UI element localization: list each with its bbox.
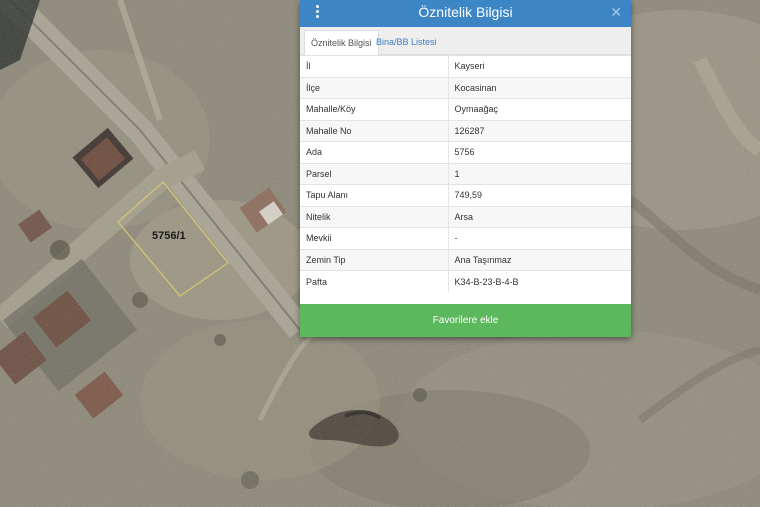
panel-header: Öznitelik Bilgisi ✕: [300, 0, 631, 27]
attribute-key: Mevkii: [300, 227, 449, 249]
attribute-key: Zemin Tip: [300, 248, 449, 271]
table-row: İl Kayseri: [300, 55, 631, 77]
attribute-table: İl Kayseri İlçe Kocasinan Mahalle/Köy Oymaa…: [300, 55, 631, 292]
attribute-value: 1: [448, 162, 631, 185]
parcel-label: 5756/1: [152, 230, 186, 242]
attribute-value: 749,59: [448, 184, 631, 206]
attribute-value: Oymaağaç: [448, 98, 631, 120]
attribute-panel: Öznitelik Bilgisi ✕ Öznitelik Bilgisi Bi…: [300, 0, 631, 337]
add-favorite-button[interactable]: Favorilere ekle: [300, 304, 631, 337]
vertical-dots-icon[interactable]: [312, 4, 322, 20]
attribute-key: Mahalle/Köy: [300, 98, 449, 120]
table-row: Mevkii -: [300, 227, 631, 249]
tab-oznitelik-bilgisi[interactable]: Öznitelik Bilgisi: [304, 30, 379, 55]
attribute-value: Kayseri: [448, 55, 631, 77]
table-row: Parsel 1: [300, 162, 631, 185]
attribute-value: 5756: [448, 141, 631, 163]
table-row: İlçe Kocasinan: [300, 76, 631, 99]
tab-bina-bb-listesi[interactable]: Bina/BB Listesi: [370, 30, 443, 55]
attribute-value: Kocasinan: [448, 76, 631, 99]
attribute-value: -: [448, 227, 631, 249]
table-row: Ada 5756: [300, 141, 631, 163]
attribute-key: İlçe: [300, 76, 449, 99]
attribute-key: Parsel: [300, 162, 449, 185]
attribute-key: İl: [300, 55, 449, 77]
table-row: Tapu Alanı 749,59: [300, 184, 631, 206]
panel-title: Öznitelik Bilgisi: [418, 4, 513, 20]
table-row: Pafta K34-B-23-B-4-B: [300, 270, 631, 292]
attribute-key: Nitelik: [300, 205, 449, 228]
attribute-key: Mahalle No: [300, 119, 449, 142]
attribute-value: 126287: [448, 119, 631, 142]
attribute-value: Arsa: [448, 205, 631, 228]
attribute-key: Pafta: [300, 270, 449, 292]
table-row: Nitelik Arsa: [300, 205, 631, 228]
attribute-value: K34-B-23-B-4-B: [448, 270, 631, 292]
attribute-value: Ana Taşınmaz: [448, 248, 631, 271]
table-row: Zemin Tip Ana Taşınmaz: [300, 248, 631, 271]
table-row: Mahalle No 126287: [300, 119, 631, 142]
attribute-key: Ada: [300, 141, 449, 163]
close-icon[interactable]: ✕: [610, 3, 622, 21]
panel-tabs: Öznitelik Bilgisi Bina/BB Listesi: [300, 27, 631, 55]
attribute-key: Tapu Alanı: [300, 184, 449, 206]
table-row: Mahalle/Köy Oymaağaç: [300, 98, 631, 120]
